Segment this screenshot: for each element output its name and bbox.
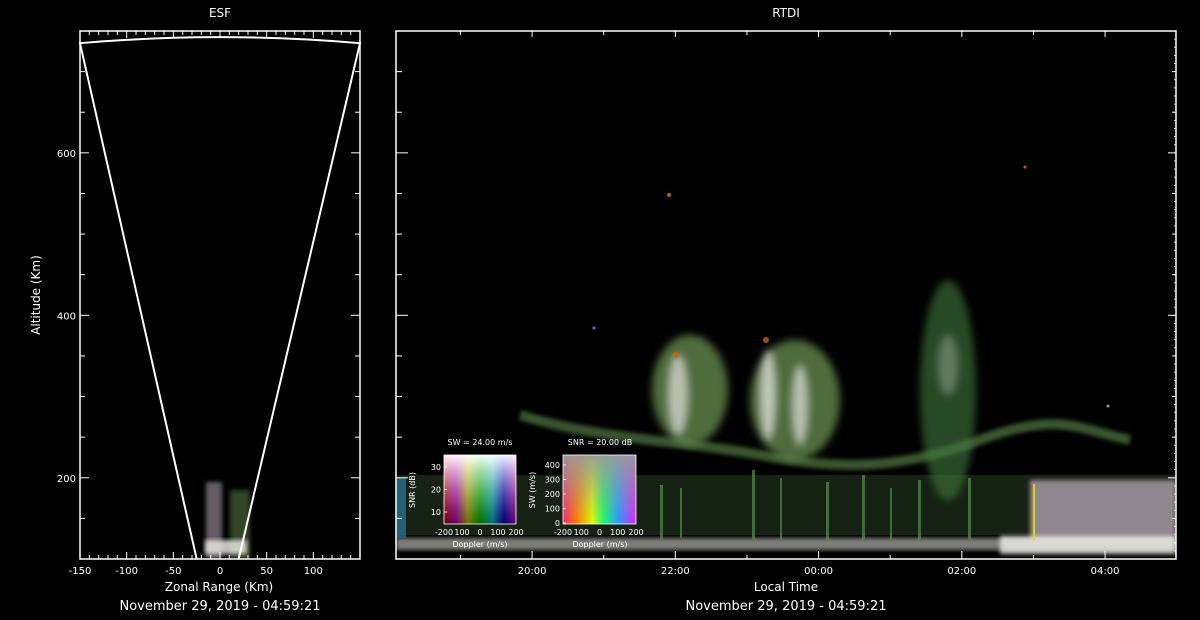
colorbar-x-tick-label: 0 <box>597 528 602 537</box>
esf-x-tick-label: -150 <box>69 566 92 577</box>
esf-x-tick-label: -50 <box>165 566 181 577</box>
colorbar-snr-x-label: Doppler (m/s) <box>572 540 627 549</box>
esf-y-axis-label: Altitude (Km) <box>29 255 43 335</box>
esf-timestamp: November 29, 2019 - 04:59:21 <box>120 599 321 614</box>
rtdi-x-axis-label: Local Time <box>754 580 818 594</box>
esf-y-tick-label: 400 <box>57 311 76 322</box>
esf-x-tick-label: -100 <box>115 566 138 577</box>
colorbar-y-tick-label: 300 <box>545 476 560 485</box>
esf-echo-region <box>205 482 250 559</box>
rtdi-x-tick-label: 02:00 <box>947 566 976 577</box>
colorbar-y-tick-label: 0 <box>555 519 560 528</box>
colorbar-y-tick-label: 10 <box>431 508 441 517</box>
rtdi-x-tick-label: 04:00 <box>1091 566 1120 577</box>
esf-plot-frame <box>79 30 361 560</box>
rtdi-timestamp: November 29, 2019 - 04:59:21 <box>686 599 887 614</box>
colorbar-x-tick-label: -200 <box>554 528 572 537</box>
colorbar-y-tick-label: 100 <box>545 505 560 514</box>
colorbar-sw-swatch <box>444 455 516 524</box>
rtdi-x-tick-label: 20:00 <box>518 566 547 577</box>
rtdi-panel: RTDI 20:00 22:00 00:00 02:00 04:00 Local… <box>395 6 1177 614</box>
colorbar-x-tick-label: 100 <box>454 528 469 537</box>
colorbar-snr-title: SNR = 20.00 dB <box>568 438 632 447</box>
colorbar-snr-x-ticks: -200 100 0 100 200 <box>554 528 644 537</box>
esf-y-tick-label: 200 <box>57 474 76 485</box>
colorbar-snr-y-label: SW (m/s) <box>528 472 537 508</box>
colorbar-sw-x-ticks: -200 100 0 100 200 <box>435 528 524 537</box>
rtdi-x-tick-label: 00:00 <box>804 566 833 577</box>
colorbar-y-tick-label: 30 <box>431 463 441 472</box>
colorbar-y-tick-label: 20 <box>431 486 441 495</box>
esf-x-axis-label: Zonal Range (Km) <box>165 580 273 594</box>
colorbar-y-tick-label: 200 <box>545 490 560 499</box>
colorbar-x-tick-label: 0 <box>477 528 482 537</box>
esf-title: ESF <box>209 6 231 20</box>
colorbar-y-tick-label: 400 <box>545 461 560 470</box>
rtdi-x-tick-label: 22:00 <box>661 566 690 577</box>
colorbar-x-tick-label: 100 <box>490 528 505 537</box>
esf-y-tick-label: 600 <box>57 149 76 160</box>
esf-x-tick-label: 100 <box>304 566 323 577</box>
colorbar-sw-y-label: SNR (dB) <box>408 472 417 508</box>
esf-x-tick-label: 0 <box>217 566 223 577</box>
esf-beam-outline <box>78 36 362 560</box>
colorbar-x-tick-label: 100 <box>610 528 625 537</box>
colorbar-snr-swatch <box>563 455 636 524</box>
colorbar-x-tick-label: -200 <box>435 528 453 537</box>
colorbar-sw-title: SW = 24.00 m/s <box>448 438 513 447</box>
colorbar-x-tick-label: 200 <box>628 528 643 537</box>
figure-canvas: ESF -150 -100 -50 0 50 100 200400600 Zonal Ra… <box>29 6 1177 614</box>
esf-x-tick-label: 50 <box>260 566 273 577</box>
esf-panel: ESF -150 -100 -50 0 50 100 200 400 600 Zonal Ra… <box>29 6 362 614</box>
colorbar-x-tick-label: 200 <box>508 528 523 537</box>
colorbar-x-tick-label: 100 <box>574 528 589 537</box>
colorbar-sw-x-label: Doppler (m/s) <box>452 540 507 549</box>
rtdi-title: RTDI <box>772 6 800 20</box>
